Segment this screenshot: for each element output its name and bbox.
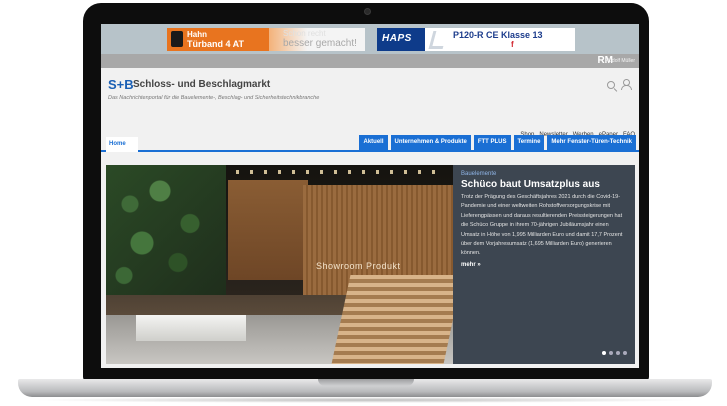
hero-image[interactable]: Showroom Produkt (106, 165, 453, 364)
laptop-shadow (30, 397, 700, 403)
tab-unternehmen-produkte[interactable]: Unternehmen & Produkte (390, 135, 471, 150)
slider-dots (602, 351, 627, 355)
laptop-notch (318, 379, 414, 386)
search-icon[interactable] (607, 81, 615, 89)
slider-dot[interactable] (616, 351, 620, 355)
photo-stairs (331, 275, 453, 364)
screen: Hahn Türband 4 AT Schon recht besser gem… (101, 24, 639, 368)
ad-p120[interactable]: P120-R CE Klasse 13 f (425, 28, 575, 51)
hero-text-panel: Bauelemente Schüco baut Umsatzplus aus T… (453, 165, 635, 364)
hero-body: Trotz der Prägung des Geschäftsjahres 20… (461, 194, 623, 257)
publisher-bar: RM Rudolf Müller (101, 54, 639, 68)
photo-wood-box (228, 180, 308, 280)
ad-p120-label: P120-R CE Klasse 13 (453, 30, 543, 40)
ad-hahn-line1: Hahn (187, 30, 207, 39)
ad-hahn[interactable]: Hahn Türband 4 AT (167, 28, 269, 51)
publisher-name: Rudolf Müller (605, 58, 635, 64)
tab-home[interactable]: Home (106, 137, 138, 152)
photo-plant-wall (106, 165, 226, 295)
hero-more-link[interactable]: mehr » (461, 262, 627, 268)
slider-dot[interactable] (623, 351, 627, 355)
hero-slider: Showroom Produkt Bauelemente Schüco baut… (106, 165, 635, 364)
photo-sign-text: Showroom Produkt (316, 261, 401, 271)
ad-banner: Hahn Türband 4 AT Schon recht besser gem… (101, 24, 639, 54)
ad-hahn-line2: Türband 4 AT (187, 39, 244, 49)
tab-termine[interactable]: Termine (513, 135, 545, 150)
ad-besser[interactable]: Schon recht besser gemacht! (269, 28, 365, 51)
ad-besser-line1: Schon recht (283, 29, 326, 38)
door-closer-icon (428, 31, 448, 49)
ad-p120-mark: f (511, 40, 514, 49)
tab-aktuell[interactable]: Aktuell (359, 135, 388, 150)
hero-title[interactable]: Schüco baut Umsatzplus aus (461, 179, 627, 190)
main-nav: Home Aktuell Unternehmen & Produkte FTT … (101, 135, 639, 152)
brand-name[interactable]: Schloss- und Beschlagmarkt (133, 79, 270, 90)
photo-lights (236, 170, 446, 174)
user-icon[interactable] (621, 79, 632, 90)
ad-haps-label: HAPS (382, 33, 412, 44)
tab-ftt-plus[interactable]: FTT PLUS (473, 135, 511, 150)
hahn-logo-icon (171, 31, 183, 47)
hero-category[interactable]: Bauelemente (461, 171, 627, 177)
ad-besser-line2: besser gemacht! (283, 38, 357, 49)
camera-icon (364, 8, 371, 15)
brand-logo[interactable]: S+B (108, 77, 134, 92)
slider-dot[interactable] (609, 351, 613, 355)
tab-mehr-fenster-tueren-technik[interactable]: Mehr Fenster-Türen-Technik (547, 135, 636, 150)
ad-haps[interactable]: HAPS (377, 28, 425, 51)
photo-counter (136, 315, 246, 341)
slider-dot[interactable] (602, 351, 606, 355)
tagline: Das Nachrichtenportal für die Bauelement… (108, 95, 320, 101)
